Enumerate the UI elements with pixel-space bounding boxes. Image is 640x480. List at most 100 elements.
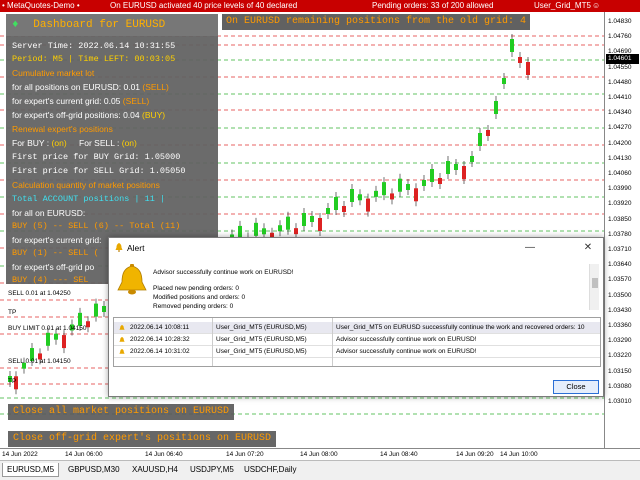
time-tick: 14 Jun 08:00 [300, 451, 338, 458]
alert-row-time: 2022.06.14 10:08:11 [130, 324, 190, 331]
alert-row-time: 2022.06.14 10:31:02 [130, 348, 190, 355]
for-buy-toggle[interactable]: (on) [52, 138, 67, 148]
alert-row-ea: User_Grid_MT5 (EURUSD,M5) [216, 336, 307, 343]
all-positions-lot: for all positions on EURUSD: 0.01 (SELL) [12, 82, 169, 92]
for-buy-label: For BUY : [12, 138, 50, 148]
level-label-tp-1: TP [8, 309, 17, 316]
price-tick: 1.03920 [608, 200, 632, 208]
bell-icon [117, 264, 147, 295]
current-grid-lot: for expert's current grid: 0.05 (SELL) [12, 96, 149, 106]
level-label-sell-1: SELL 0.01 at 1.04250 [8, 290, 71, 297]
current-grid-side: (SELL) [122, 96, 150, 106]
server-time: Server Time: 2022.06.14 10:31:55 [12, 41, 176, 51]
candle [486, 125, 490, 141]
total-account-positions: Total ACCOUNT positions | 11 | [12, 194, 166, 204]
level-label-tp-2: TP [8, 378, 17, 385]
close-offgrid-positions-button[interactable]: Close off-grid expert's positions on EUR… [8, 431, 277, 447]
minimize-button[interactable]: — [521, 238, 539, 258]
first-buy-price: First price for BUY Grid: 1.05000 [12, 152, 181, 162]
alert-title: Alert [127, 243, 145, 253]
activation-status: On EURUSD activated 40 price levels of 4… [110, 1, 298, 10]
bell-icon [119, 337, 125, 342]
message-scrollbar[interactable] [589, 264, 599, 310]
chart-tab[interactable]: GBPUSD,M30 [64, 463, 124, 477]
price-tick: 1.04060 [608, 170, 632, 177]
price-tick: 1.03010 [608, 398, 632, 405]
close-window-button[interactable]: ✕ [579, 238, 597, 258]
candle [62, 330, 66, 354]
all-positions-lot-value: for all positions on EURUSD: 0.01 [12, 82, 141, 92]
dashboard-title: ♦ Dashboard for EURUSD [6, 14, 218, 36]
chart-status-bar: • MetaQuotes-Demo • On EURUSD activated … [0, 0, 640, 12]
price-tick: 1.03570 [608, 276, 632, 284]
price-tick: 1.04550 [608, 63, 632, 71]
candle [462, 161, 466, 184]
price-tick: 1.04410 [608, 94, 632, 101]
price-tick: 1.03850 [608, 215, 632, 223]
expert-name[interactable]: User_Grid_MT5 [534, 0, 591, 12]
alert-row-ea: User_Grid_MT5 (EURUSD,M5) [216, 348, 307, 355]
candle [358, 189, 362, 206]
candle [510, 34, 514, 57]
price-tick: 1.04340 [608, 109, 632, 117]
alert-row[interactable]: 2022.06.14 10:28:32 User_Grid_MT5 (EURUSD… [114, 334, 600, 346]
renewal-header: Renewal expert's positions [12, 124, 113, 134]
current-grid-lot-value: for expert's current grid: 0.05 [12, 96, 121, 106]
calc-header: Calculation quantity of market positions [12, 180, 160, 190]
candle [518, 52, 522, 68]
all-on-counts: BUY (5) -- SELL (6) -- Total (11) [12, 221, 181, 231]
chart-tab[interactable]: USDJPY,M5 [186, 463, 238, 477]
price-tick: 1.03710 [608, 246, 632, 253]
candle [102, 301, 106, 317]
chart-tab[interactable]: USDCHF,Daily [240, 463, 300, 477]
for-sell-toggle[interactable]: (on) [122, 138, 137, 148]
alert-row-ea: User_Grid_MT5 (EURUSD,M5) [216, 324, 307, 331]
bell-icon [115, 243, 123, 252]
candle [478, 128, 482, 151]
candle [94, 298, 98, 322]
bell-icon [119, 349, 125, 354]
chart-tab[interactable]: XAUUSD,H4 [128, 463, 182, 477]
modified-orders: Modified positions and orders: 0 [153, 294, 246, 301]
candle [342, 201, 346, 217]
price-tick: 1.04830 [608, 18, 632, 25]
all-positions-side: (SELL) [142, 82, 169, 92]
candle [502, 73, 506, 89]
placed-orders: Placed new pending orders: 0 [153, 285, 240, 292]
time-tick: 14 Jun 09:20 [456, 451, 494, 458]
alert-row[interactable]: 2022.06.14 10:08:11 User_Grid_MT5 (EURUSD… [114, 322, 600, 334]
column-divider [212, 318, 213, 366]
time-tick: 14 Jun 06:00 [65, 451, 103, 458]
price-axis[interactable]: 1.04830 1.04760 1.04690 1.04550 1.04480 1.044… [605, 12, 640, 448]
alert-row-time: 2022.06.14 10:28:32 [130, 336, 190, 343]
alert-titlebar[interactable]: Alert — ✕ [109, 238, 603, 258]
close-market-positions-button[interactable]: Close all market positions on EURUSD [8, 404, 235, 420]
chart-tab[interactable]: EURUSD,M5 [2, 463, 60, 477]
broker-label: • MetaQuotes-Demo • [2, 1, 80, 10]
level-label-buy-limit: BUY LIMIT 0.01 at 1.04150 [8, 325, 87, 332]
scrollbar-thumb[interactable] [592, 278, 598, 288]
price-tick: 1.04200 [608, 139, 632, 147]
price-tick: 1.03080 [608, 382, 632, 390]
first-sell-price: First price for SELL Grid: 1.05050 [12, 166, 186, 176]
all-on-symbol: for all on EURUSD: [12, 208, 86, 218]
alert-row[interactable]: 2022.06.14 10:31:02 User_Grid_MT5 (EURUSD… [114, 346, 600, 358]
pending-status: Pending orders: 33 of 200 allowed [372, 1, 494, 10]
candle [278, 220, 282, 237]
price-tick: 1.04480 [608, 78, 632, 86]
expert-smile-icon: ☺ [592, 1, 601, 10]
removed-orders: Removed pending orders: 0 [153, 303, 234, 310]
candle [438, 173, 442, 189]
time-tick: 14 Jun 07:20 [226, 451, 264, 458]
alert-close-button[interactable]: Close [553, 380, 599, 394]
remaining-positions-banner: On EURUSD remaining positions from the o… [222, 14, 531, 30]
candle [302, 208, 306, 231]
time-tick: 14 Jun 10:00 [500, 451, 538, 458]
time-axis: 14 Jun 2022 14 Jun 06:00 14 Jun 06:40 14 Ju… [0, 448, 640, 460]
alert-row-msg: Advisor successfully continue work on EU… [336, 348, 477, 355]
cum-lot-header: Cumulative market lot [12, 68, 95, 78]
price-tick: 1.03500 [608, 291, 632, 299]
candle [494, 96, 498, 119]
price-tick: 1.03220 [608, 352, 632, 360]
candle [326, 203, 330, 219]
